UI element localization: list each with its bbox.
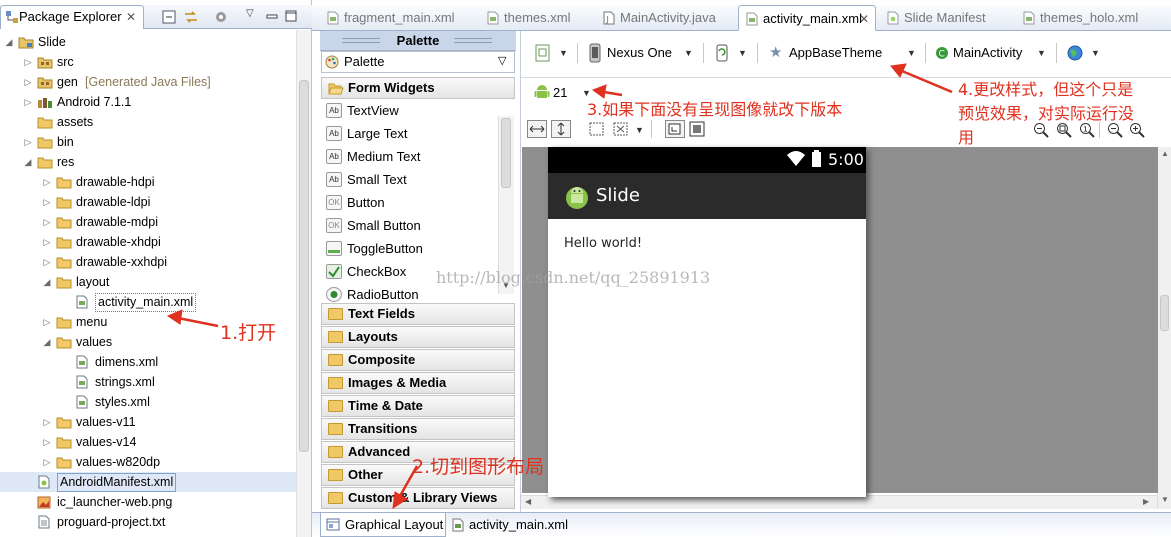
annotation-step-3: 3.如果下面没有呈现图像就改下版本: [587, 100, 843, 119]
annotation-step-4-line-1: 4.更改样式，但这个只是: [958, 80, 1134, 99]
arrow-head-1: [166, 309, 183, 325]
annotation-step-4-line-3: 用: [958, 128, 975, 147]
annotation-step-2: 2.切到图形布局: [412, 456, 545, 478]
arrow-head-2: [392, 491, 408, 509]
annotation-step-1: 1.打开: [220, 322, 277, 344]
annotation-step-4: 4.更改样式，但这个只是 预览效果，对实际运行没 用: [958, 78, 1134, 150]
annotation-step-4-line-2: 预览效果，对实际运行没: [958, 104, 1135, 123]
